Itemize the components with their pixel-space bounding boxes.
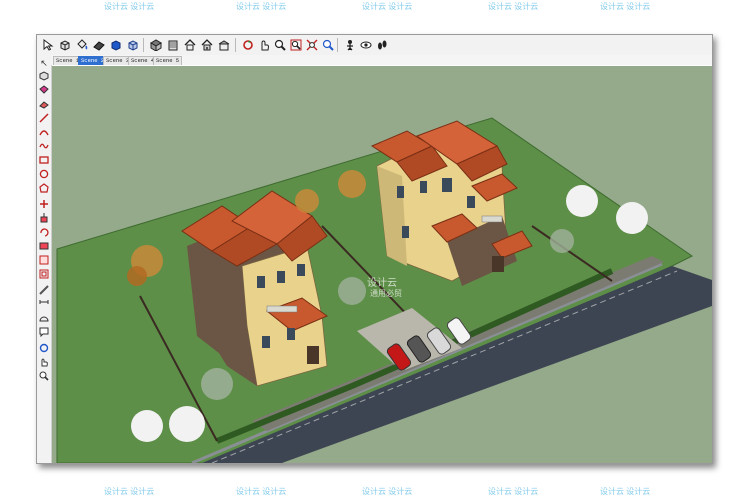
zoom-icon[interactable] [273,38,287,52]
view-back-icon[interactable] [200,38,214,52]
view-iso-icon[interactable] [109,38,123,52]
scene-tab-5[interactable]: Scene 5 [153,56,183,65]
select-arrow-icon[interactable] [41,38,55,52]
watermark-text: 设计云 设计云 [236,2,287,11]
arc-tool-icon[interactable] [38,127,50,139]
component-icon[interactable] [58,38,72,52]
dimension-tool-icon[interactable] [38,299,50,311]
toolbar-separator [235,38,236,52]
watermark-text: 设计云 设计云 [600,2,651,11]
watermark-text: 设计云 设计云 [488,487,539,496]
eraser-tool-icon[interactable] [38,99,50,111]
watermark-text: 设计云 设计云 [362,2,413,11]
paint-bucket-icon[interactable] [75,38,89,52]
select-tool-icon[interactable]: ↖ [38,57,50,69]
view-top-icon[interactable] [166,38,180,52]
eraser-icon[interactable] [92,38,106,52]
move-tool-icon[interactable] [38,199,50,211]
watermark-text: 设计云 设计云 [488,2,539,11]
zoom-extents-icon[interactable] [305,38,319,52]
watermark-text: 设计云 设计云 [362,487,413,496]
orbit-tool-icon[interactable] [38,343,50,355]
toolbar-separator [143,38,144,52]
watermark-text: 设计云 设计云 [236,487,287,496]
viewport-watermark-sub: 通用必贸 [370,289,402,298]
viewport-watermark: 设计云 [367,278,397,289]
offset-tool-icon[interactable] [38,269,50,281]
watermark-text: 设计云 设计云 [104,487,155,496]
view-right-icon[interactable] [183,38,197,52]
model-viewport[interactable]: 设计云 通用必贸 [52,66,712,463]
push-pull-tool-icon[interactable] [38,213,50,225]
sketchup-window: ↖ Scene 1 Scene 2 Scene 3 Scene 4 Scene … [36,34,713,464]
view-front-icon[interactable] [149,38,163,52]
left-toolbar: ↖ [37,55,52,463]
xray-icon[interactable] [126,38,140,52]
view-left-icon[interactable] [217,38,231,52]
position-camera-icon[interactable] [343,38,357,52]
follow-me-tool-icon[interactable] [38,241,50,253]
villa-model-render [56,117,712,463]
zoom-tool-icon[interactable] [38,371,50,383]
watermark-text: 设计云 设计云 [104,2,155,11]
main-toolbar [37,35,712,56]
walk-icon[interactable] [375,38,389,52]
look-around-icon[interactable] [359,38,373,52]
text-tool-icon[interactable] [38,327,50,339]
tape-tool-icon[interactable] [38,285,50,297]
scene-tab-bar: Scene 1 Scene 2 Scene 3 Scene 4 Scene 5 [51,55,712,65]
component-tool-icon[interactable] [38,71,50,83]
toolbar-separator [337,38,338,52]
freehand-tool-icon[interactable] [38,141,50,153]
rotate-tool-icon[interactable] [38,227,50,239]
previous-view-icon[interactable] [321,38,335,52]
orbit-icon[interactable] [241,38,255,52]
rectangle-tool-icon[interactable] [38,155,50,167]
polygon-tool-icon[interactable] [38,183,50,195]
paint-tool-icon[interactable] [38,85,50,97]
pan-tool-icon[interactable] [38,357,50,369]
pan-icon[interactable] [257,38,271,52]
line-tool-icon[interactable] [38,113,50,125]
watermark-text: 设计云 设计云 [600,487,651,496]
circle-tool-icon[interactable] [38,169,50,181]
zoom-window-icon[interactable] [289,38,303,52]
scale-tool-icon[interactable] [38,255,50,267]
protractor-tool-icon[interactable] [38,313,50,325]
